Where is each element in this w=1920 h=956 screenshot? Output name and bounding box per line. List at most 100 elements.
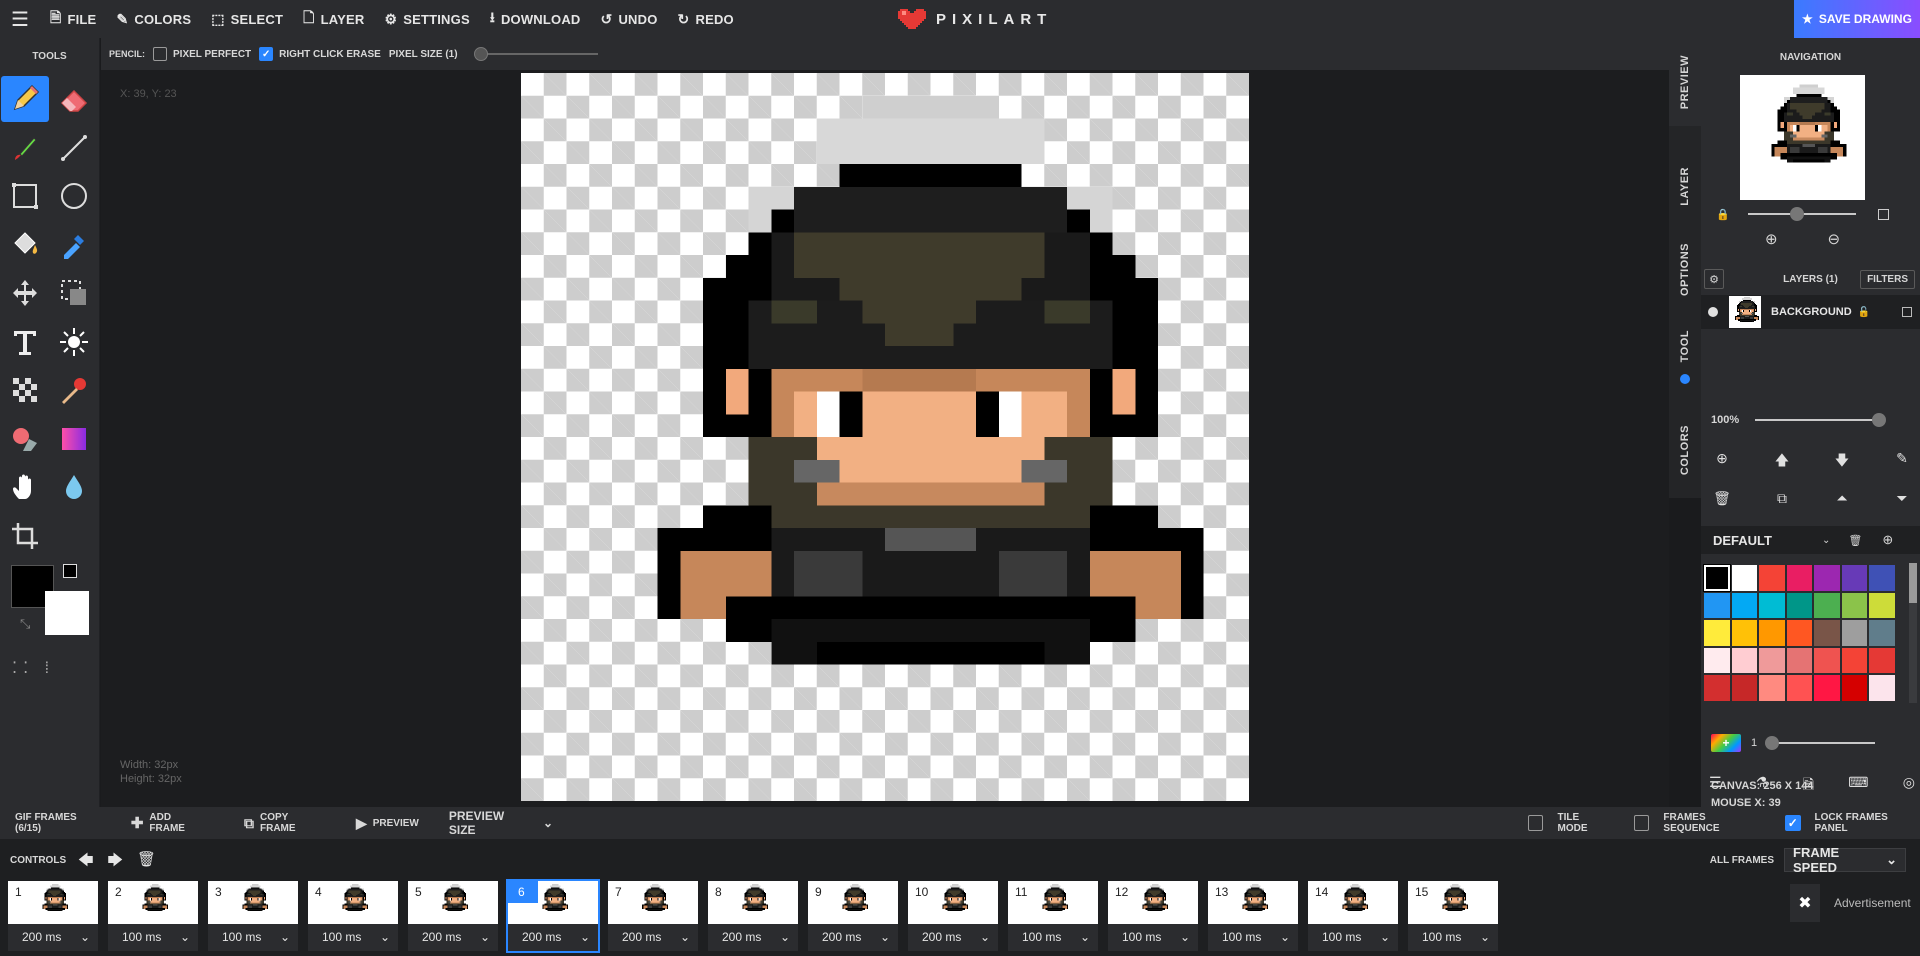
color-swatch[interactable] bbox=[1730, 674, 1758, 702]
frame-speed-select[interactable]: 100 ms ⌄ bbox=[210, 925, 296, 949]
color-swatch[interactable] bbox=[1730, 619, 1758, 647]
add-layer-icon[interactable]: ⊕ bbox=[1709, 450, 1735, 474]
tool-drop[interactable] bbox=[50, 464, 98, 510]
delete-palette-icon[interactable]: 🗑 bbox=[1848, 534, 1862, 547]
brand-logo[interactable]: PIXILART bbox=[898, 0, 1052, 38]
reset-colors-icon[interactable]: ⤡ bbox=[20, 616, 30, 632]
frame-thumbnail[interactable]: 11 100 ms ⌄ bbox=[1008, 881, 1098, 951]
frame-speed-select[interactable]: 200 ms ⌄ bbox=[510, 925, 596, 949]
swap-colors-icon[interactable] bbox=[63, 564, 77, 578]
color-swatch[interactable] bbox=[1703, 646, 1731, 674]
tool-eyedropper[interactable] bbox=[50, 222, 98, 268]
frame-thumbnail[interactable]: 15 100 ms ⌄ bbox=[1408, 881, 1498, 951]
tool-move[interactable] bbox=[1, 270, 49, 316]
tool-gradient[interactable] bbox=[50, 416, 98, 462]
tool-paint-bucket[interactable] bbox=[1, 222, 49, 268]
trash-icon[interactable]: 🗑 bbox=[137, 850, 156, 875]
frame-speed-select[interactable]: 100 ms ⌄ bbox=[1010, 925, 1096, 949]
frame-speed-select[interactable]: 200 ms ⌄ bbox=[810, 925, 896, 949]
secondary-color[interactable] bbox=[45, 591, 89, 635]
right-click-erase-checkbox[interactable]: ✓ bbox=[259, 47, 274, 61]
color-swatch[interactable] bbox=[1840, 619, 1868, 647]
lock-frames-toggle[interactable]: ✓ LOCK FRAMES PANEL bbox=[1785, 812, 1920, 834]
frame-speed-select[interactable]: 200 ms ⌄ bbox=[710, 925, 796, 949]
navigation-preview[interactable] bbox=[1740, 75, 1865, 200]
color-swatch[interactable] bbox=[1730, 646, 1758, 674]
menu-file[interactable]: 🗎 FILE bbox=[40, 0, 106, 38]
tool-lighten[interactable] bbox=[50, 319, 98, 365]
frame-speed-select[interactable]: 200 ms ⌄ bbox=[10, 925, 96, 949]
chevron-down-icon[interactable]: ⌄ bbox=[1822, 535, 1830, 546]
menu-settings[interactable]: ⚙ SETTINGS bbox=[374, 0, 479, 38]
fit-icon[interactable] bbox=[1877, 208, 1889, 220]
frame-thumbnail[interactable]: 7 200 ms ⌄ bbox=[608, 881, 698, 951]
color-swatch[interactable] bbox=[1758, 564, 1786, 592]
color-swatch[interactable] bbox=[1785, 591, 1813, 619]
tab-colors[interactable]: COLORS bbox=[1669, 410, 1701, 490]
merge-up-icon[interactable]: ⏶ bbox=[1829, 490, 1855, 507]
color-swatch[interactable] bbox=[1703, 619, 1731, 647]
move-up-icon[interactable]: 🡅 bbox=[1769, 450, 1795, 474]
palette-scrollbar[interactable] bbox=[1909, 563, 1917, 703]
color-swatch[interactable] bbox=[1785, 646, 1813, 674]
palette-select[interactable]: DEFAULT bbox=[1713, 533, 1772, 548]
color-swatch[interactable] bbox=[1868, 591, 1896, 619]
tool-eraser[interactable] bbox=[50, 76, 98, 122]
color-swatch[interactable] bbox=[1785, 564, 1813, 592]
target-icon[interactable]: ◎ bbox=[1903, 774, 1915, 798]
color-swatch[interactable] bbox=[1758, 674, 1786, 702]
lock-icon[interactable]: 🔒 bbox=[1716, 208, 1730, 221]
color-swatch[interactable] bbox=[1730, 591, 1758, 619]
frame-thumbnail[interactable]: 12 100 ms ⌄ bbox=[1108, 881, 1198, 951]
redo-button[interactable]: ↻ REDO bbox=[668, 0, 744, 38]
frame-thumbnail[interactable]: 5 200 ms ⌄ bbox=[408, 881, 498, 951]
preview-button[interactable]: ▶ PREVIEW bbox=[356, 815, 419, 832]
frame-speed-select[interactable]: 100 ms ⌄ bbox=[310, 925, 396, 949]
color-swatch[interactable] bbox=[1868, 646, 1896, 674]
pixel-perfect-checkbox[interactable] bbox=[153, 47, 167, 61]
frame-thumbnail[interactable]: 10 200 ms ⌄ bbox=[908, 881, 998, 951]
tool-rectangle[interactable] bbox=[1, 173, 49, 219]
tab-options[interactable]: OPTIONS bbox=[1669, 230, 1701, 310]
color-swatch[interactable] bbox=[1813, 646, 1841, 674]
color-swatch[interactable] bbox=[1758, 646, 1786, 674]
frame-speed-select[interactable]: 200 ms ⌄ bbox=[410, 925, 496, 949]
pixel-size-slider[interactable] bbox=[473, 47, 598, 61]
arrow-left-icon[interactable]: 🡄 bbox=[78, 850, 94, 875]
add-frame-button[interactable]: ✚ ADD FRAME bbox=[131, 812, 207, 834]
frame-thumbnail[interactable]: 2 100 ms ⌄ bbox=[108, 881, 198, 951]
tool-dither[interactable] bbox=[1, 367, 49, 413]
color-swatch[interactable] bbox=[1813, 564, 1841, 592]
merge-down-icon[interactable]: ⏷ bbox=[1889, 490, 1915, 507]
tool-text[interactable] bbox=[1, 319, 49, 365]
more-tools-dots-icon[interactable]: ⁚⁚ ⁞ bbox=[12, 658, 55, 678]
zoom-in-icon[interactable]: ⊕ bbox=[1765, 230, 1778, 248]
tool-shape-fill[interactable] bbox=[1, 416, 49, 462]
color-swatch[interactable] bbox=[1868, 564, 1896, 592]
save-drawing-button[interactable]: ★ SAVE DRAWING bbox=[1794, 0, 1920, 38]
undo-button[interactable]: ↺ UNDO bbox=[591, 0, 668, 38]
color-swatch[interactable] bbox=[1813, 674, 1841, 702]
frame-speed-select[interactable]: FRAME SPEED ⌄ bbox=[1784, 845, 1906, 875]
slider-knob[interactable] bbox=[473, 47, 488, 61]
color-swatch[interactable] bbox=[1813, 591, 1841, 619]
visibility-icon[interactable] bbox=[1708, 307, 1718, 317]
tool-line[interactable] bbox=[50, 125, 98, 171]
layer-item-background[interactable]: BACKGROUND 🔓 bbox=[1701, 295, 1920, 329]
hamburger-icon[interactable]: ☰ bbox=[0, 0, 40, 38]
frame-thumbnail[interactable]: 6 200 ms ⌄ bbox=[506, 879, 600, 953]
tool-stamp[interactable] bbox=[50, 367, 98, 413]
color-swatch[interactable] bbox=[1703, 591, 1731, 619]
color-swatch[interactable] bbox=[1840, 591, 1868, 619]
frame-speed-select[interactable]: 100 ms ⌄ bbox=[1410, 925, 1496, 949]
color-swatch[interactable] bbox=[1840, 646, 1868, 674]
add-color-icon[interactable]: + bbox=[1711, 734, 1741, 752]
frame-speed-select[interactable]: 100 ms ⌄ bbox=[1110, 925, 1196, 949]
layer-lock-icon[interactable]: 🔓 bbox=[1858, 307, 1870, 318]
layer-select-checkbox[interactable] bbox=[1902, 307, 1912, 317]
edit-layer-icon[interactable]: ✎ bbox=[1889, 450, 1915, 474]
code-file-icon[interactable]: ⌨ bbox=[1848, 774, 1868, 798]
tool-crop[interactable] bbox=[1, 513, 49, 559]
tool-brush[interactable] bbox=[1, 125, 49, 171]
menu-layer[interactable]: 🗋 LAYER bbox=[293, 0, 374, 38]
